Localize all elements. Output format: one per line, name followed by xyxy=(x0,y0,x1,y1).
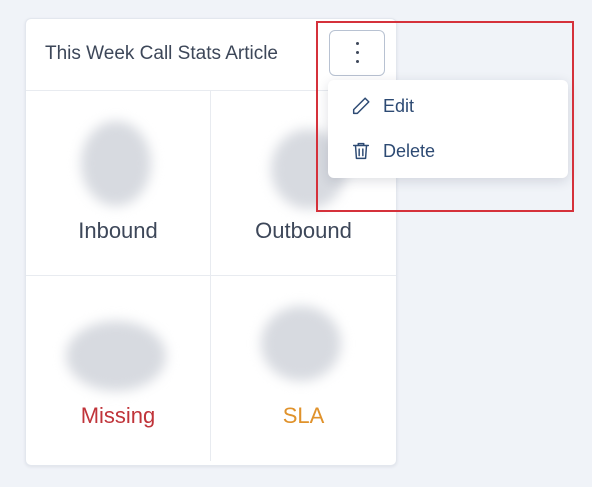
stat-cell-sla: SLA xyxy=(211,276,396,461)
highlight-box xyxy=(316,21,574,212)
stat-label-sla: SLA xyxy=(282,403,325,428)
blurred-value xyxy=(66,321,166,391)
stat-label-outbound: Outbound xyxy=(255,218,352,243)
stat-label-missing: Missing xyxy=(80,403,156,428)
stat-label-inbound: Inbound xyxy=(78,218,158,243)
blurred-value xyxy=(261,306,341,381)
blurred-value xyxy=(81,121,151,206)
stat-cell-missing: Missing xyxy=(26,276,211,461)
stat-cell-inbound: Inbound xyxy=(26,91,211,276)
widget-title: This Week Call Stats Article xyxy=(45,43,279,64)
